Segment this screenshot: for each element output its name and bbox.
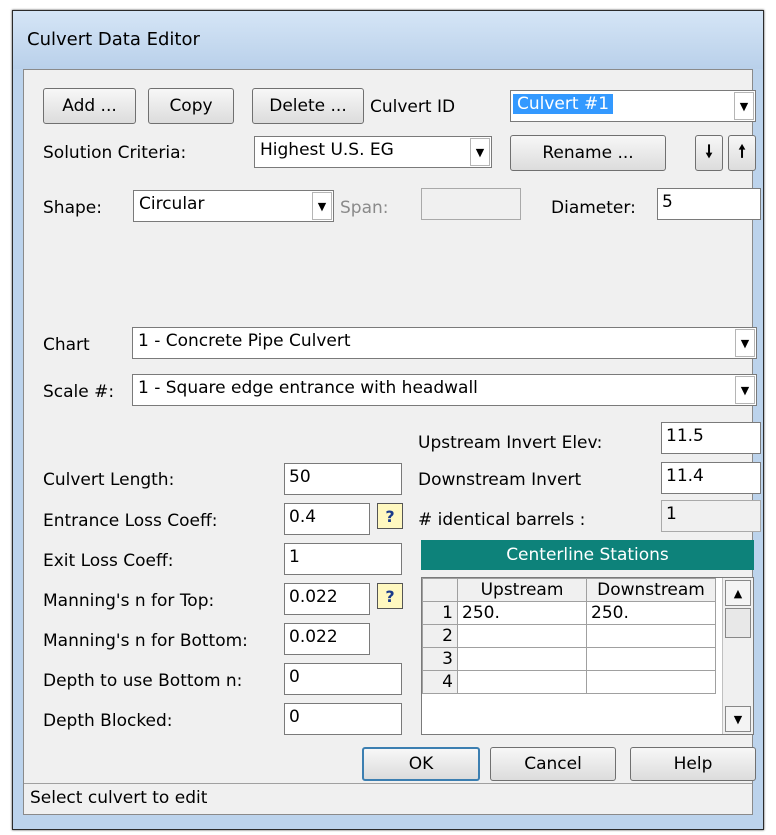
depth-bottom-field[interactable]: 0	[284, 663, 402, 695]
upstream-invert-field[interactable]: 11.5	[661, 422, 761, 454]
barrels-field: 1	[661, 500, 761, 532]
table-row: 2	[422, 624, 716, 648]
status-text: Select culvert to edit	[30, 788, 208, 808]
up-arrow-icon: 🠕	[738, 141, 746, 162]
chart-select[interactable]: 1 - Concrete Pipe Culvert ▼	[132, 327, 757, 359]
column-header: Downstream	[586, 578, 716, 602]
mannings-top-label: Manning's n for Top:	[43, 591, 215, 611]
scroll-down-icon[interactable]: ▼	[725, 706, 751, 732]
help-question-icon[interactable]: ?	[377, 583, 403, 609]
scroll-up-icon[interactable]: ▲	[725, 580, 751, 606]
solution-criteria-select[interactable]: Highest U.S. EG ▼	[254, 136, 492, 168]
downstream-cell[interactable]	[586, 647, 716, 671]
scroll-thumb[interactable]	[725, 608, 751, 638]
span-label: Span:	[340, 198, 389, 218]
copy-button[interactable]: Copy	[148, 88, 234, 124]
ok-button[interactable]: OK	[362, 747, 480, 781]
downstream-cell[interactable]	[586, 670, 716, 694]
entrance-loss-field[interactable]: 0.4	[284, 503, 370, 535]
solution-criteria-value: Highest U.S. EG	[260, 140, 394, 160]
move-up-button[interactable]: 🠕	[728, 135, 756, 171]
stations-table: Upstream Downstream 1 250. 250. 2 3 4	[422, 578, 716, 694]
add-button[interactable]: Add ...	[43, 88, 136, 124]
help-button[interactable]: Help	[630, 747, 756, 781]
downstream-invert-label: Downstream Invert	[418, 470, 582, 490]
diameter-field[interactable]: 5	[657, 188, 761, 220]
culvert-id-value: Culvert #1	[513, 94, 614, 114]
chevron-down-icon: ▼	[735, 329, 755, 357]
mannings-top-field[interactable]: 0.022	[284, 583, 370, 615]
culvert-data-editor-window: Culvert Data Editor Add ... Copy Delete …	[12, 10, 764, 830]
chart-value: 1 - Concrete Pipe Culvert	[138, 331, 351, 351]
upstream-cell[interactable]	[457, 647, 587, 671]
scale-label: Scale #:	[43, 382, 115, 402]
dialog-body: Add ... Copy Delete ... Culvert ID Culve…	[23, 69, 761, 815]
culvert-length-label: Culvert Length:	[43, 470, 175, 490]
downstream-cell[interactable]: 250.	[586, 601, 716, 625]
scale-select[interactable]: 1 - Square edge entrance with headwall ▼	[132, 374, 757, 406]
entrance-loss-label: Entrance Loss Coeff:	[43, 511, 218, 531]
depth-bottom-label: Depth to use Bottom n:	[43, 671, 243, 691]
scale-value: 1 - Square edge entrance with headwall	[138, 378, 478, 398]
exit-loss-label: Exit Loss Coeff:	[43, 551, 174, 571]
down-arrow-icon: 🠗	[705, 141, 713, 162]
status-bar: Select culvert to edit	[24, 783, 752, 814]
upstream-cell[interactable]: 250.	[457, 601, 587, 625]
move-down-button[interactable]: 🠗	[695, 135, 723, 171]
help-question-icon[interactable]: ?	[377, 503, 403, 529]
span-field	[421, 188, 521, 220]
table-row: 1 250. 250.	[422, 601, 716, 625]
depth-blocked-field[interactable]: 0	[284, 703, 402, 735]
downstream-invert-field[interactable]: 11.4	[661, 462, 761, 494]
chevron-down-icon: ▼	[312, 192, 332, 220]
title-bar[interactable]: Culvert Data Editor	[13, 11, 763, 69]
culvert-id-label: Culvert ID	[370, 97, 456, 117]
depth-blocked-label: Depth Blocked:	[43, 711, 173, 731]
downstream-cell[interactable]	[586, 624, 716, 648]
mannings-bottom-field[interactable]: 0.022	[284, 623, 370, 655]
centerline-stations-grid[interactable]: Upstream Downstream 1 250. 250. 2 3 4 ▲ …	[421, 577, 754, 735]
table-header-row: Upstream Downstream	[422, 578, 716, 602]
cancel-button[interactable]: Cancel	[490, 747, 616, 781]
row-number: 3	[422, 647, 458, 671]
row-number: 4	[422, 670, 458, 694]
table-row: 3	[422, 647, 716, 671]
upstream-invert-label: Upstream Invert Elev:	[418, 433, 603, 453]
solution-criteria-label: Solution Criteria:	[43, 143, 187, 163]
chart-label: Chart	[43, 335, 90, 355]
row-number: 1	[422, 601, 458, 625]
chevron-down-icon: ▼	[735, 376, 755, 404]
row-number: 2	[422, 624, 458, 648]
column-header: Upstream	[457, 578, 587, 602]
upstream-cell[interactable]	[457, 624, 587, 648]
culvert-length-field[interactable]: 50	[284, 463, 402, 495]
mannings-bottom-label: Manning's n for Bottom:	[43, 631, 248, 651]
upstream-cell[interactable]	[457, 670, 587, 694]
culvert-id-select[interactable]: Culvert #1 ▼	[510, 90, 756, 122]
rename-button[interactable]: Rename ...	[510, 135, 666, 171]
barrels-label: # identical barrels :	[418, 510, 586, 530]
shape-value: Circular	[139, 194, 205, 214]
delete-button[interactable]: Delete ...	[252, 88, 364, 124]
centerline-stations-header: Centerline Stations	[421, 540, 754, 570]
exit-loss-field[interactable]: 1	[284, 543, 402, 575]
table-row: 4	[422, 670, 716, 694]
grid-scrollbar[interactable]: ▲ ▼	[722, 578, 753, 734]
window-title: Culvert Data Editor	[27, 29, 200, 50]
chevron-down-icon: ▼	[734, 92, 754, 120]
chevron-down-icon: ▼	[470, 138, 490, 166]
diameter-label: Diameter:	[551, 198, 636, 218]
shape-label: Shape:	[43, 198, 102, 218]
shape-select[interactable]: Circular ▼	[133, 190, 334, 222]
column-header	[422, 578, 458, 602]
